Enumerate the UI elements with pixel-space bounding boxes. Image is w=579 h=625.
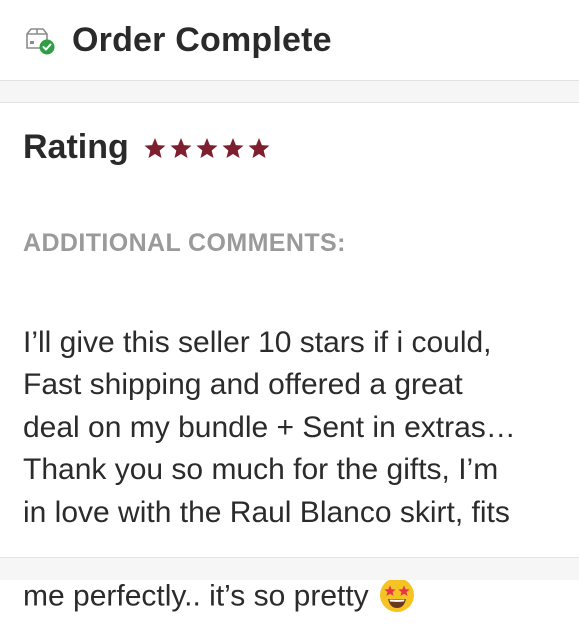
rating-stars — [143, 137, 271, 160]
star-icon — [196, 138, 218, 158]
section-divider-bottom — [0, 557, 579, 580]
star-icon — [222, 138, 244, 158]
comments-heading: ADDITIONAL COMMENTS: — [23, 229, 346, 257]
star-icon — [248, 138, 270, 158]
section-divider — [0, 80, 579, 103]
order-header: Order Complete — [0, 0, 579, 80]
star-icon — [144, 138, 166, 158]
star-icon — [170, 138, 192, 158]
rating-label: Rating — [23, 128, 129, 166]
package-check-icon — [24, 26, 56, 56]
rating-row: Rating — [23, 128, 271, 167]
page-title: Order Complete — [72, 20, 332, 59]
